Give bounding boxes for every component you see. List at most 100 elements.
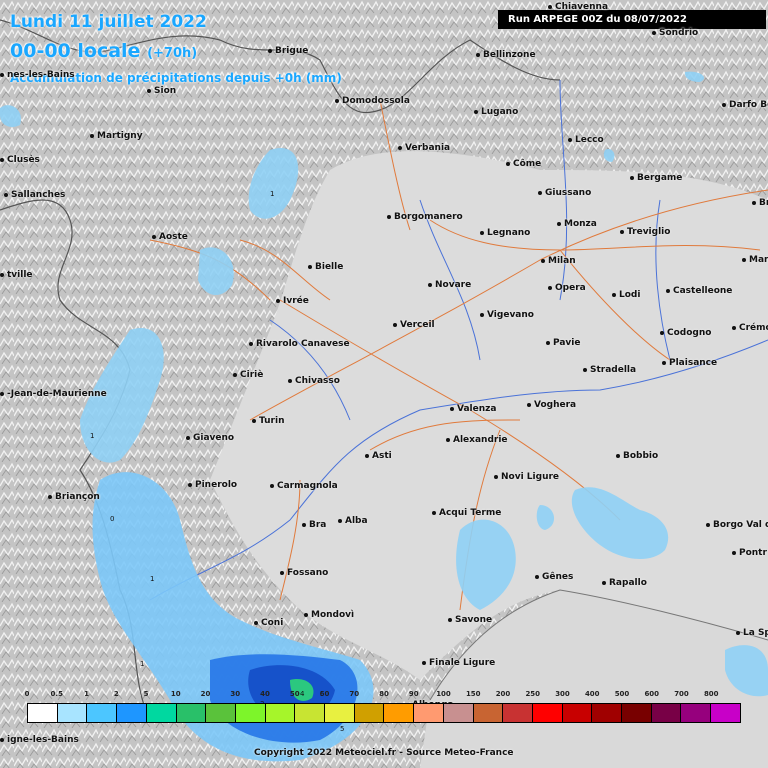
city-marker-icon [276,298,280,303]
city-label: Opera [548,283,586,293]
city-label: Lodi [612,290,640,300]
city-label: Novare [428,280,471,290]
legend-label: 150 [465,690,481,698]
city-marker-icon [546,340,550,345]
city-marker-icon [0,157,4,162]
city-marker-icon [548,285,552,290]
legend-label: 10 [170,690,181,698]
city-name: Lodi [619,290,641,300]
city-label: Bre [752,198,768,208]
legend-scale-labels: 0 0.5 1 2 5 10 20 30 40 50 60 70 80 90 100 150 200 250 300… [0,690,768,702]
city-label: Valenza [450,404,496,414]
city-marker-icon [48,494,52,499]
city-marker-icon [365,453,369,458]
legend-label: 800 [703,690,719,698]
legend-swatch [295,704,326,722]
city-marker-icon [494,474,498,479]
city-marker-icon [448,617,452,622]
city-label: Giaveno [186,433,234,443]
city-marker-icon [752,200,756,205]
legend-swatch [206,704,236,722]
copyright-text: Copyright 2022 Meteociel.fr - Source Met… [254,748,514,758]
city-label: Fossano [280,568,328,578]
precip-value: 0 [110,515,115,523]
city-marker-icon [450,406,454,411]
legend-swatch [176,704,207,722]
legend-swatch [414,704,444,722]
city-label: Chivasso [288,376,340,386]
city-label: Novi Ligure [494,472,559,482]
city-label: Bra [302,520,326,530]
city-name: Plaisance [669,358,718,368]
city-name: Asti [372,451,392,461]
city-label: Borgo Val d [706,520,768,530]
city-marker-icon [506,161,510,166]
time-title: 00-00 locale (+70h) [10,40,197,62]
legend-swatch [57,704,88,722]
legend-swatch [265,704,296,722]
legend-label: 300 [555,690,570,698]
city-label: Côme [506,159,541,169]
city-name: Darfo Bo [729,100,768,110]
city-label: Aoste [152,232,188,242]
legend-swatch [562,704,593,722]
city-marker-icon [270,483,274,488]
legend-swatch [532,704,563,722]
city-marker-icon [732,550,736,555]
city-label: Pinerolo [188,480,237,490]
city-label: Sondrio [652,28,698,38]
city-name: Sondrio [659,28,699,38]
city-label: Lecco [568,135,604,145]
city-label: Clusès [0,155,40,165]
city-marker-icon [474,109,478,114]
city-marker-icon [147,88,151,93]
city-name: La Sp [743,628,768,638]
city-name: Voghera [534,400,577,410]
city-marker-icon [612,292,616,297]
precip-value: 5 [340,725,345,733]
city-marker-icon [0,737,4,742]
city-marker-icon [480,312,484,317]
city-name: Briançon [55,492,100,502]
city-label: Mane [742,255,768,265]
city-name: Sion [154,86,177,96]
city-name: -Jean-de-Maurienne [7,389,107,399]
city-name: Acqui Terme [439,508,502,518]
city-label: Bielle [308,262,343,272]
city-name: igne-les-Bains [7,735,79,745]
city-name: Legnano [487,228,531,238]
map-background [0,0,768,768]
city-marker-icon [662,360,666,365]
city-label: Codogno [660,328,711,338]
legend-label: 60 [319,690,330,698]
city-name: Vigevano [487,310,534,320]
legend-label: 0.5 [50,690,63,698]
city-marker-icon [722,102,726,107]
city-name: Ivrée [283,296,309,306]
city-marker-icon [0,72,4,77]
city-marker-icon [302,522,306,527]
city-marker-icon [252,418,256,423]
date-title: Lundi 11 juillet 2022 [10,12,207,32]
city-name: Novi Ligure [501,472,560,482]
city-label: Castelleone [666,286,732,296]
city-name: Valenza [457,404,497,414]
city-label: Verceil [393,320,435,330]
weather-map: Lundi 11 juillet 2022 00-00 locale (+70h… [0,0,768,768]
city-name: Bergame [637,173,683,183]
city-label: Pavie [546,338,580,348]
city-name: Opera [555,283,586,293]
legend-label: 400 [584,690,600,698]
city-label: Rapallo [602,578,647,588]
city-label: Mondovì [304,610,354,620]
city-name: Bobbio [623,451,659,461]
city-label: nes-les-Bains [0,70,75,80]
city-marker-icon [249,341,253,346]
city-marker-icon [280,570,284,575]
city-name: Lecco [575,135,604,145]
city-name: Brigue [275,46,309,56]
city-marker-icon [446,437,450,442]
legend-label: 0 [24,690,30,698]
legend-swatch [473,704,504,722]
city-marker-icon [541,258,545,263]
